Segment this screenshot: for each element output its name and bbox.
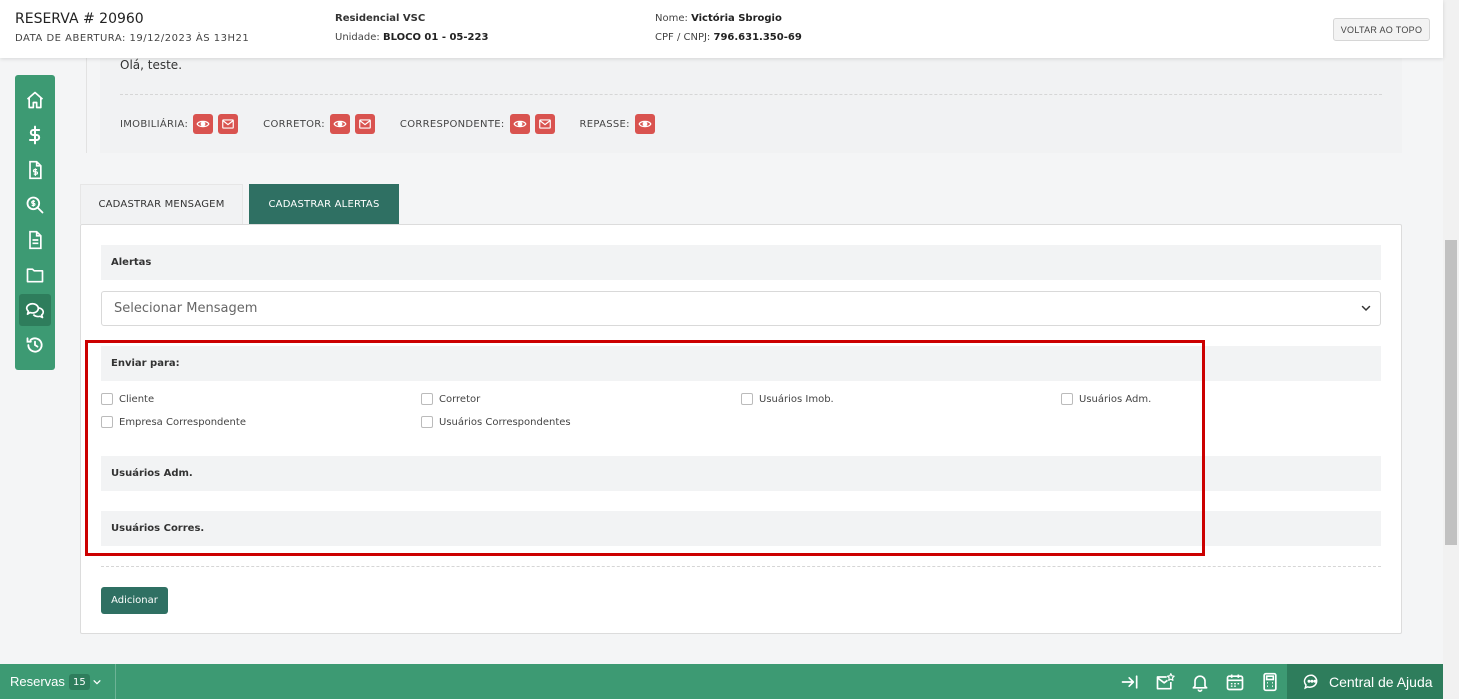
bell-icon[interactable] xyxy=(1190,672,1210,692)
arrow-to-right-icon[interactable] xyxy=(1120,672,1140,692)
envelope-icon xyxy=(222,119,234,129)
highlight-box xyxy=(85,340,1205,556)
repasse-label: REPASSE: xyxy=(579,118,630,130)
help-center-button[interactable]: Central de Ajuda xyxy=(1287,664,1443,699)
tab-register-message[interactable]: CADASTRAR MENSAGEM xyxy=(80,184,243,224)
search-money-icon xyxy=(26,196,44,214)
tab-register-alerts[interactable]: CADASTRAR ALERTAS xyxy=(249,184,399,224)
doc-value: 796.631.350-69 xyxy=(713,32,802,43)
reservation-title: RESERVA # 20960 xyxy=(15,11,144,27)
bottom-bar: Reservas 15 Central de Ajuda xyxy=(0,664,1443,699)
unit-value: BLOCO 01 - 05-223 xyxy=(382,32,489,43)
sidebar xyxy=(15,75,55,370)
calculator-icon[interactable] xyxy=(1260,672,1280,692)
folder-icon xyxy=(26,268,44,283)
correspondente-view-button[interactable] xyxy=(509,114,530,134)
calendar-icon[interactable] xyxy=(1225,672,1245,692)
sidebar-item-invoice[interactable] xyxy=(19,154,51,186)
repasse-view-button[interactable] xyxy=(634,114,655,134)
name-label: Nome: xyxy=(655,13,688,24)
client-doc: CPF / CNPJ: 796.631.350-69 xyxy=(655,32,802,43)
scrollbar[interactable] xyxy=(1443,0,1459,699)
recipients-row: IMOBILIÁRIA: CORRETOR: CORRESPONDENTE: R… xyxy=(120,114,660,134)
imobiliaria-label: IMOBILIÁRIA: xyxy=(120,118,189,130)
chat-icon xyxy=(25,302,45,319)
reservations-count-badge: 15 xyxy=(69,674,90,690)
divider-line xyxy=(86,58,87,153)
sidebar-item-messages[interactable] xyxy=(19,294,51,326)
message-panel: Olá, teste. IMOBILIÁRIA: CORRETOR: CORRE… xyxy=(100,58,1402,153)
envelope-icon xyxy=(359,119,371,129)
eye-icon xyxy=(333,120,347,128)
invoice-icon xyxy=(29,160,42,180)
unit-label: Unidade: xyxy=(335,32,380,43)
name-value: Victória Sbrogio xyxy=(691,13,782,24)
sidebar-item-documents[interactable] xyxy=(19,224,51,256)
chevron-down-icon xyxy=(1361,305,1371,312)
correspondente-label: CORRESPONDENTE: xyxy=(399,118,505,130)
project-name: Residencial VSC xyxy=(335,13,426,24)
opening-date: DATA DE ABERTURA: 19/12/2023 ÀS 13H21 xyxy=(15,33,250,44)
imobiliaria-view-button[interactable] xyxy=(193,114,214,134)
eye-icon xyxy=(512,120,527,128)
form-separator xyxy=(101,566,1381,567)
back-to-top-button[interactable]: VOLTAR AO TOPO xyxy=(1333,18,1430,41)
chevron-down-icon[interactable] xyxy=(92,677,102,687)
chat-dots-icon xyxy=(1303,673,1318,689)
dollar-icon xyxy=(29,125,41,145)
eye-icon xyxy=(638,120,652,128)
client-name: Nome: Victória Sbrogio xyxy=(655,13,782,24)
corretor-view-button[interactable] xyxy=(329,114,350,134)
message-select[interactable]: Selecionar Mensagem xyxy=(101,291,1381,326)
sidebar-item-search-finance[interactable] xyxy=(19,189,51,221)
sidebar-item-home[interactable] xyxy=(19,84,51,116)
imobiliaria-email-button[interactable] xyxy=(218,114,239,134)
unit-info: Unidade: BLOCO 01 - 05-223 xyxy=(335,32,488,43)
message-select-value: Selecionar Mensagem xyxy=(114,301,258,316)
envelope-icon xyxy=(538,119,551,129)
corretor-email-button[interactable] xyxy=(354,114,375,134)
document-icon xyxy=(29,230,42,250)
mail-star-icon[interactable] xyxy=(1155,672,1175,692)
sidebar-item-finance[interactable] xyxy=(19,119,51,151)
eye-icon xyxy=(196,120,210,128)
scroll-thumb[interactable] xyxy=(1445,240,1457,545)
header: RESERVA # 20960 DATA DE ABERTURA: 19/12/… xyxy=(0,0,1443,58)
message-text: Olá, teste. xyxy=(120,58,183,72)
history-icon xyxy=(26,337,43,353)
bottom-separator xyxy=(115,664,116,699)
add-button[interactable]: Adicionar xyxy=(101,587,168,614)
reservations-label[interactable]: Reservas xyxy=(10,674,65,689)
alerts-section-title: Alertas xyxy=(101,245,1381,280)
corretor-label: CORRETOR: xyxy=(263,118,325,130)
help-center-label: Central de Ajuda xyxy=(1329,673,1433,690)
home-icon xyxy=(26,91,44,109)
doc-label: CPF / CNPJ: xyxy=(655,32,711,43)
sidebar-item-folder[interactable] xyxy=(19,259,51,291)
correspondente-email-button[interactable] xyxy=(534,114,555,134)
sidebar-item-history[interactable] xyxy=(19,329,51,361)
message-separator xyxy=(120,94,1382,95)
